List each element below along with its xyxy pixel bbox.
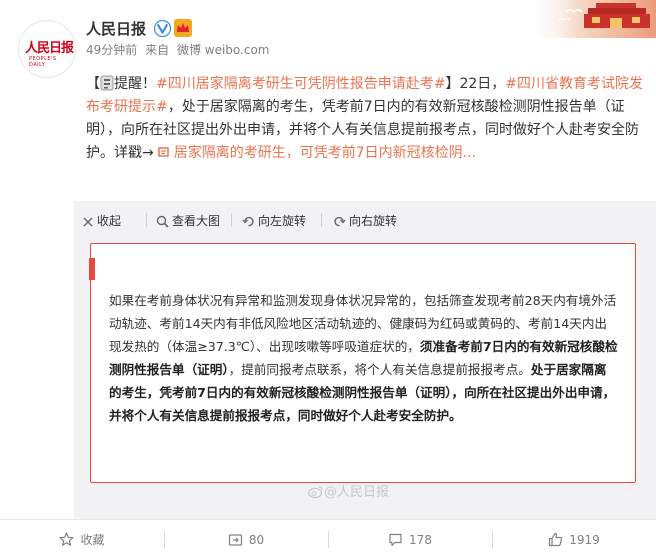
post-text: 【提醒！#四川居家隔离考研生可凭阴性报告申请赴考#】22日，#四川省教育考试院发… xyxy=(86,73,646,165)
notice-paragraph-2: ，提前同报考点联系，将个人有关信息提前报报考点。 xyxy=(228,362,531,377)
post-meta: 49分钟前 来自 微博 weibo.com xyxy=(86,41,274,58)
hashtag-link-1[interactable]: #四川居家隔离考研生可凭阴性报告申请赴考# xyxy=(156,76,445,92)
like-count: 1919 xyxy=(569,532,600,547)
crown-badge-icon[interactable] xyxy=(174,19,192,37)
author-name[interactable]: 人民日报 xyxy=(86,18,146,39)
verified-icon xyxy=(154,20,171,37)
toolbar-divider xyxy=(231,213,232,227)
rotate-left-icon xyxy=(242,216,254,227)
avatar[interactable]: 人民日报 PEOPLE'S DAILY xyxy=(18,20,76,78)
watermark-text: @人民日报 xyxy=(324,485,390,500)
favorite-label: 收藏 xyxy=(80,533,105,547)
comment-icon xyxy=(389,533,402,547)
decorative-banner xyxy=(526,0,656,38)
image-toolbar: 收起 查看大图 向左旋转 向右旋转 xyxy=(74,201,656,237)
notice-accent-bar xyxy=(89,258,95,280)
bracket-open: 【 xyxy=(86,76,100,92)
magnifier-icon xyxy=(156,215,169,228)
comment-button[interactable]: 178 xyxy=(328,520,492,558)
post-text-1: 】22日， xyxy=(445,76,506,92)
rotate-right-label: 向右旋转 xyxy=(349,214,398,228)
toolbar-divider xyxy=(321,213,322,227)
detail-link[interactable]: 居家隔离的考研生，可凭考前7日内新冠核检阴... xyxy=(174,145,476,161)
favorite-button[interactable]: 收藏 xyxy=(0,520,164,558)
star-icon xyxy=(59,532,75,546)
repost-icon xyxy=(228,534,242,546)
comment-count: 178 xyxy=(409,532,432,547)
title-text: 提醒！ xyxy=(114,76,156,92)
post-time[interactable]: 49分钟前 xyxy=(86,43,137,57)
repost-button[interactable]: 80 xyxy=(164,520,328,558)
source-prefix: 来自 xyxy=(145,43,170,57)
thumbs-up-icon xyxy=(549,532,563,547)
rotate-right-button[interactable]: 向右旋转 xyxy=(333,212,397,228)
notice-image[interactable]: 如果在考前身体状况有异常和监测发现身体状况异常的，包括筛查发现考前28天内有境外… xyxy=(89,243,636,483)
image-watermark: @人民日报 xyxy=(307,481,390,500)
rotate-left-button[interactable]: 向左旋转 xyxy=(242,212,306,228)
view-large-button[interactable]: 查看大图 xyxy=(156,212,220,228)
link-icon xyxy=(157,147,169,157)
notice-text: 如果在考前身体状况有异常和监测发现身体状况异常的，包括筛查发现考前28天内有境外… xyxy=(109,289,619,427)
reminder-icon xyxy=(100,75,114,91)
action-bar: 收藏 80 178 1919 xyxy=(0,519,656,558)
avatar-logo-sub: PEOPLE'S DAILY xyxy=(29,56,57,68)
view-large-label: 查看大图 xyxy=(172,214,221,228)
collapse-button[interactable]: 收起 xyxy=(82,212,121,228)
rotate-right-icon xyxy=(334,216,346,227)
weibo-logo-icon xyxy=(307,486,323,499)
repost-count: 80 xyxy=(248,532,265,547)
image-viewer: 收起 查看大图 向左旋转 向右旋转 如果在考前身体状况有异常和监测发现身体状况异… xyxy=(74,201,656,519)
collapse-icon xyxy=(83,217,93,227)
post-source[interactable]: 微博 weibo.com xyxy=(177,43,270,57)
rotate-left-label: 向左旋转 xyxy=(258,214,307,228)
toolbar-divider xyxy=(146,213,147,227)
collapse-label: 收起 xyxy=(97,214,122,228)
avatar-logo-text: 人民日报 xyxy=(25,41,74,56)
like-button[interactable]: 1919 xyxy=(492,520,656,558)
post-header: 人民日报 PEOPLE'S DAILY 人民日报 49分钟前 来自 微博 wei… xyxy=(0,0,656,78)
